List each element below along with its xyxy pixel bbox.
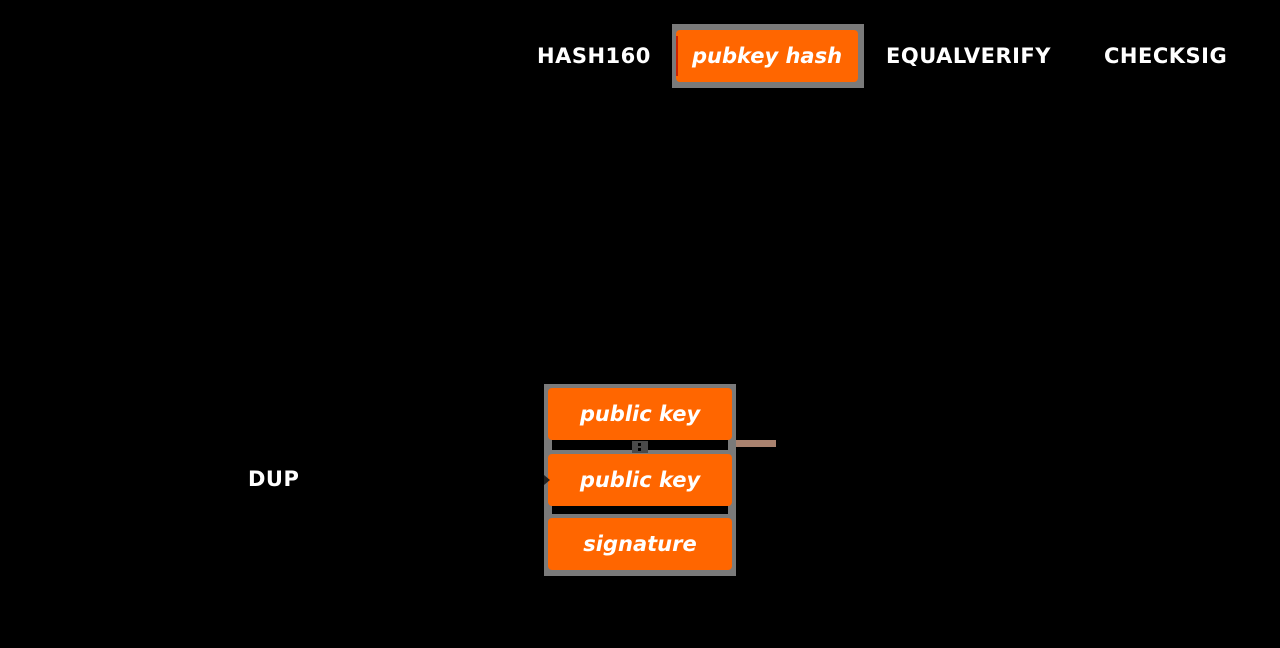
pubkey-hash-frame: pubkey hash (672, 24, 864, 88)
drag-handle-icon[interactable] (632, 441, 648, 453)
insert-pointer-icon (544, 475, 550, 485)
stack-item-public-key-top[interactable]: public key (548, 388, 732, 440)
op-dup: DUP (248, 467, 300, 491)
pubkey-hash-chip[interactable]: pubkey hash (676, 30, 858, 82)
chip-edge-marker (676, 36, 678, 76)
stack-item-label: public key (579, 468, 701, 492)
op-equalverify: EQUALVERIFY (886, 44, 1051, 68)
stack-item-signature[interactable]: signature (548, 518, 732, 570)
stack-frame: public key public key signature (544, 384, 736, 576)
stack-separator (552, 506, 728, 514)
stack-item-label: signature (583, 532, 697, 556)
stack-item-public-key[interactable]: public key (548, 454, 732, 506)
stack-item-label: public key (579, 402, 701, 426)
op-checksig: CHECKSIG (1104, 44, 1228, 68)
duplication-connector (736, 440, 776, 447)
pubkey-hash-label: pubkey hash (691, 44, 843, 68)
op-hash160: HASH160 (537, 44, 651, 68)
